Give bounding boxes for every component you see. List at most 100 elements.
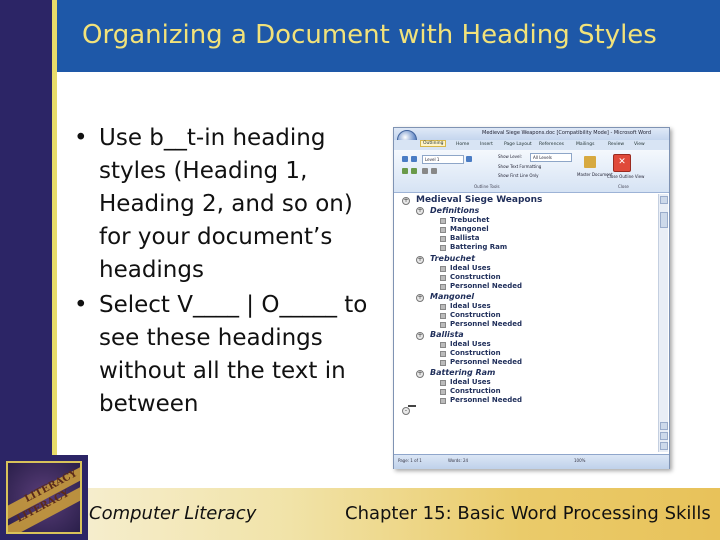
outline-heading3: Personnel Needed — [450, 358, 522, 366]
outline-heading3: Ballista — [450, 234, 480, 242]
outline-bullet-icon — [440, 351, 446, 357]
tab-page-layout[interactable]: Page Layout — [504, 142, 532, 147]
show-level-select[interactable]: All Levels — [530, 153, 572, 162]
status-page: Page: 1 of 1 — [398, 458, 422, 463]
promote-icon[interactable] — [411, 156, 417, 162]
move-down-icon[interactable] — [411, 168, 417, 174]
outline-bullet-icon — [440, 236, 446, 242]
status-bar: Page: 1 of 1 Words: 24 100% — [394, 454, 669, 469]
literacy-logo: LITERACY LITERACY — [0, 455, 88, 540]
scroll-thumb[interactable] — [660, 212, 668, 228]
ribbon-outlining: Level 1 Show Level: All Levels Show Text… — [394, 150, 669, 193]
outline-heading3: Mangonel — [450, 225, 489, 233]
move-up-icon[interactable] — [402, 168, 408, 174]
left-stripe — [0, 0, 52, 455]
show-first-line-only-checkbox[interactable]: Show First Line Only — [498, 173, 539, 178]
tab-mailings[interactable]: Mailings — [576, 142, 594, 147]
outline-heading3: Construction — [450, 349, 501, 357]
outline-heading3: Ideal Uses — [450, 264, 491, 272]
outline-expand-icon[interactable]: + — [416, 207, 424, 215]
outline-expand-icon[interactable]: + — [416, 332, 424, 340]
outline-expand-icon[interactable]: + — [416, 294, 424, 302]
slide-title: Organizing a Document with Heading Style… — [82, 20, 657, 50]
outline-heading2: Definitions — [430, 206, 480, 215]
outline-expand-icon[interactable]: + — [416, 370, 424, 378]
outline-expand-icon[interactable]: + — [402, 197, 410, 205]
outline-level-value: Level 1 — [425, 157, 440, 162]
show-level-value: All Levels — [533, 155, 552, 160]
outline-heading3: Personnel Needed — [450, 320, 522, 328]
outline-bullet-icon — [440, 266, 446, 272]
expand-icon[interactable] — [422, 168, 428, 174]
tab-review[interactable]: Review — [608, 142, 624, 147]
outline-heading3: Construction — [450, 311, 501, 319]
outline-heading3: Trebuchet — [450, 216, 490, 224]
tab-home[interactable]: Home — [456, 142, 469, 147]
show-text-formatting-checkbox[interactable]: Show Text Formatting — [498, 164, 541, 169]
outline-bullet-icon — [440, 360, 446, 366]
outline-bullet-icon — [440, 380, 446, 386]
bullet-item: • Use b__t-in heading styles (Heading 1,… — [70, 122, 370, 287]
outline-heading2: Mangonel — [430, 292, 475, 301]
outline-heading3: Personnel Needed — [450, 396, 522, 404]
outline-bullet-icon — [440, 398, 446, 404]
outline-heading3: Construction — [450, 387, 501, 395]
outline-bullet-icon — [440, 322, 446, 328]
outline-heading2: Trebuchet — [430, 254, 476, 263]
outline-level-select[interactable]: Level 1 — [422, 155, 464, 164]
outline-bullet-icon — [440, 284, 446, 290]
bullet-dot: • — [74, 125, 88, 151]
bullet-list: • Use b__t-in heading styles (Heading 1,… — [70, 122, 370, 423]
bullet-text: Use b__t-in heading styles (Heading 1, H… — [99, 125, 353, 283]
scroll-up-icon[interactable] — [660, 196, 668, 204]
outline-bullet-icon — [440, 245, 446, 251]
dash-mark — [408, 405, 416, 407]
vertical-scrollbar[interactable] — [658, 194, 668, 452]
tab-references[interactable]: References — [539, 142, 564, 147]
outline-heading3: Personnel Needed — [450, 282, 522, 290]
prev-page-icon[interactable] — [660, 422, 668, 430]
bullet-dot: • — [74, 292, 88, 318]
outline-heading3: Ideal Uses — [450, 378, 491, 386]
tab-insert[interactable]: Insert — [480, 142, 493, 147]
outline-bullet-icon — [440, 304, 446, 310]
word-outline-screenshot: Medieval Siege Weapons.doc [Compatibilit… — [393, 127, 670, 469]
show-level-label: Show Level: — [498, 154, 522, 159]
close-outline-view-button[interactable]: Close Outline View — [607, 174, 644, 179]
outline-heading3: Battering Ram — [450, 243, 508, 251]
outline-bullet-icon — [440, 313, 446, 319]
word-window-title: Medieval Siege Weapons.doc [Compatibilit… — [482, 130, 652, 136]
outline-expand-icon[interactable]: + — [416, 256, 424, 264]
outline-bullet-icon — [440, 218, 446, 224]
collapse-icon[interactable] — [431, 168, 437, 174]
footer-course-name: Computer Literacy — [89, 503, 257, 524]
bullet-item: • Select V____ | O_____ to see these hea… — [70, 289, 370, 421]
close-outline-view-icon[interactable]: ✕ — [613, 154, 631, 172]
status-words: Words: 24 — [448, 458, 469, 463]
outline-bullet-icon — [440, 342, 446, 348]
title-bar: Organizing a Document with Heading Style… — [57, 0, 720, 72]
outline-bullet-icon — [440, 389, 446, 395]
outline-heading3: Construction — [450, 273, 501, 281]
outline-heading1: Medieval Siege Weapons — [416, 195, 543, 205]
outline-heading3: Ideal Uses — [450, 340, 491, 348]
bullet-text: Select V____ | O_____ to see these headi… — [99, 292, 368, 417]
scroll-down-icon[interactable] — [660, 442, 668, 450]
master-document-icon[interactable] — [584, 156, 596, 168]
tab-view[interactable]: View — [634, 142, 645, 147]
outline-heading2: Battering Ram — [430, 368, 496, 377]
group-outline-tools-label: Outline Tools — [474, 184, 500, 189]
footer-bar: Computer Literacy Chapter 15: Basic Word… — [57, 488, 720, 540]
next-page-icon[interactable] — [660, 432, 668, 440]
outline-empty-paragraph-icon[interactable]: - — [402, 407, 410, 415]
ribbon-tabs: Outlining Home Insert Page Layout Refere… — [394, 140, 669, 150]
document-outline-page[interactable]: + Medieval Siege Weapons + Definitions T… — [400, 194, 656, 452]
promote-to-heading1-icon[interactable] — [402, 156, 408, 162]
outline-heading3: Ideal Uses — [450, 302, 491, 310]
word-titlebar: Medieval Siege Weapons.doc [Compatibilit… — [394, 128, 669, 140]
status-zoom[interactable]: 100% — [574, 458, 585, 463]
tab-outlining[interactable]: Outlining — [420, 140, 447, 147]
logo-emblem-icon: LITERACY LITERACY — [6, 461, 82, 534]
outline-bullet-icon — [440, 227, 446, 233]
demote-icon[interactable] — [466, 156, 472, 162]
